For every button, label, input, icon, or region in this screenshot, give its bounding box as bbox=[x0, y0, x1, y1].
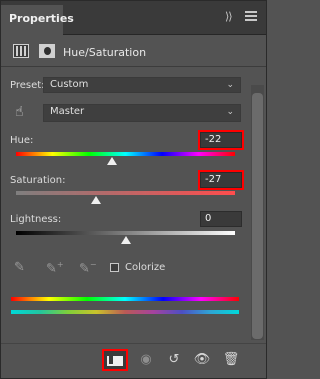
collapse-icon[interactable]: ⟩⟩ bbox=[225, 10, 233, 23]
hue-input[interactable]: -22 bbox=[198, 130, 244, 150]
colorize-label: Colorize bbox=[125, 262, 166, 273]
saturation-slider-track[interactable] bbox=[16, 191, 235, 195]
layer-mask-icon[interactable] bbox=[39, 44, 55, 58]
lightness-slider-thumb[interactable] bbox=[120, 236, 131, 244]
clip-to-layer-button[interactable] bbox=[102, 349, 128, 371]
lightness-label: Lightness: bbox=[10, 214, 62, 225]
input-color-spectrum bbox=[11, 297, 239, 301]
trash-icon[interactable]: 🗑 bbox=[218, 349, 244, 371]
eyedropper-icon[interactable]: ✎ bbox=[14, 260, 25, 275]
hue-label: Hue: bbox=[10, 135, 34, 146]
tab-bar: Properties ⟩⟩ bbox=[1, 1, 266, 35]
saturation-slider-thumb[interactable] bbox=[90, 196, 101, 204]
adjustment-header: Hue/Saturation bbox=[1, 37, 266, 67]
scrollbar-thumb[interactable] bbox=[252, 93, 263, 339]
preset-dropdown[interactable]: Custom ⌄ bbox=[43, 77, 241, 93]
targeted-adjustment-hand-icon[interactable]: ☝ bbox=[15, 104, 24, 120]
hue-slider-thumb[interactable] bbox=[107, 157, 118, 165]
panel-menu-icon[interactable] bbox=[245, 11, 257, 21]
preset-value: Custom bbox=[50, 79, 89, 90]
saturation-label: Saturation: bbox=[10, 175, 66, 186]
channel-value: Master bbox=[50, 106, 85, 117]
lightness-input[interactable]: 0 bbox=[200, 211, 242, 227]
saturation-input[interactable]: -27 bbox=[198, 170, 244, 190]
channel-dropdown[interactable]: Master ⌄ bbox=[43, 104, 241, 122]
adjustment-title: Hue/Saturation bbox=[63, 46, 147, 59]
hue-slider-track[interactable] bbox=[16, 152, 235, 156]
properties-panel: Properties ⟩⟩ Hue/Saturation Preset: Cus… bbox=[0, 0, 267, 379]
hue-saturation-icon[interactable] bbox=[13, 44, 29, 58]
output-color-spectrum bbox=[11, 310, 239, 314]
tab-title: Properties bbox=[9, 12, 74, 25]
view-previous-state-icon[interactable]: ◉ bbox=[133, 349, 159, 371]
eye-icon[interactable]: 👁 bbox=[189, 349, 215, 371]
tab-properties[interactable]: Properties bbox=[1, 5, 74, 35]
lightness-slider-track[interactable] bbox=[16, 231, 235, 235]
eyedropper-subtract-icon[interactable]: ✎− bbox=[79, 260, 97, 276]
reset-icon[interactable]: ↺ bbox=[161, 349, 187, 371]
eyedropper-add-icon[interactable]: ✎+ bbox=[46, 260, 64, 276]
preset-label: Preset: bbox=[10, 80, 45, 91]
colorize-checkbox[interactable] bbox=[110, 263, 119, 272]
chevron-down-icon: ⌄ bbox=[226, 80, 234, 90]
chevron-down-icon: ⌄ bbox=[226, 107, 234, 117]
